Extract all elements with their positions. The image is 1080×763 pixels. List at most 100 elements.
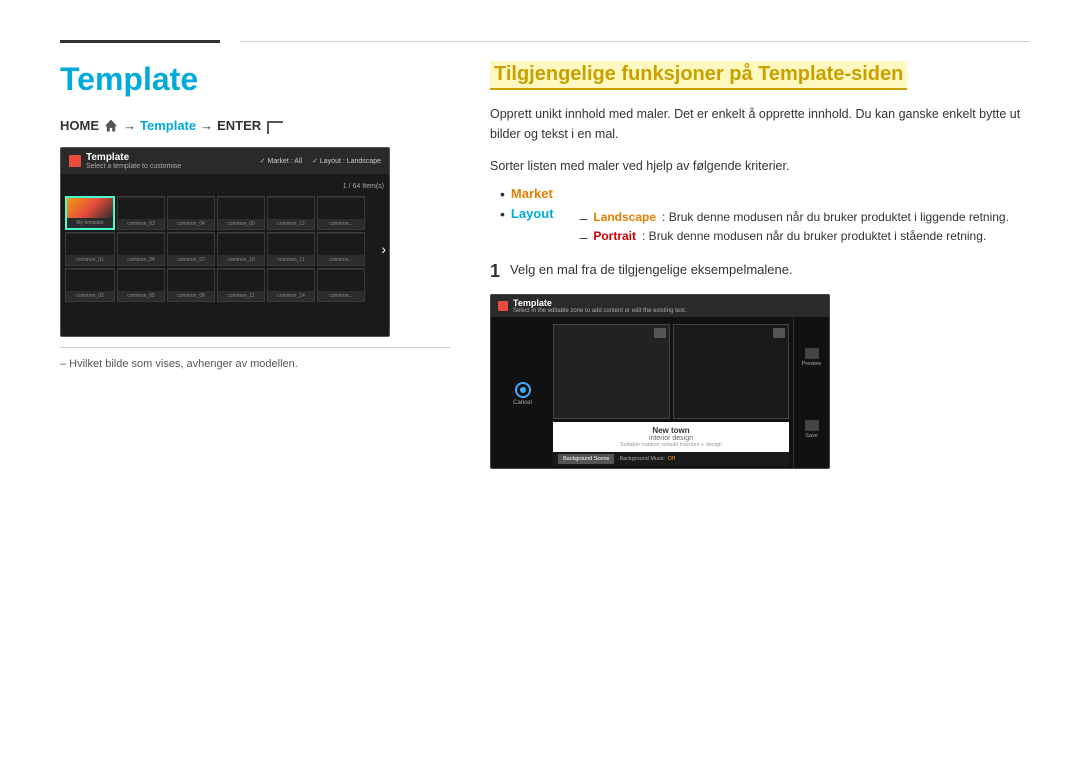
cancel-label: Cancel [513, 400, 532, 406]
portrait-label: Portrait [593, 229, 636, 243]
template-cell-3[interactable]: common_09 [217, 196, 265, 230]
cell-label: common_10 [227, 257, 255, 263]
grid-row-2: common_01 common_04 common_07 commo [65, 232, 385, 266]
landscape-text: : Bruk denne modusen når du bruker produ… [662, 210, 1009, 224]
cell-label: common_09 [227, 221, 255, 227]
template-cell-14[interactable]: common_08 [167, 268, 215, 302]
cell-thumb-empty [168, 198, 214, 219]
video-zone-1[interactable] [553, 324, 670, 419]
step-number: 1 [490, 262, 500, 280]
template-screen-title-group: Template Select a template to customise [86, 152, 181, 170]
editor-bottom-bar: Background Scene Background Music Off [553, 452, 789, 466]
template-cell-7[interactable]: common_04 [117, 232, 165, 266]
template-logo [69, 155, 81, 167]
editor-sidebar: Preview Save [793, 317, 829, 469]
zone-icon-1 [654, 328, 666, 338]
preview-button[interactable]: Preview [802, 348, 822, 367]
editor-header: Template Select in the editable zone to … [491, 295, 829, 317]
screen-note-text: – Hvilket bilde som vises, avhenger av m… [60, 358, 298, 370]
text-zone-main: New town [561, 426, 781, 435]
editor-main: Cancel [491, 317, 793, 469]
cell-label: My template [76, 220, 103, 226]
item-count: 1 / 64 Item(s) [61, 174, 389, 194]
cell-label: common_01 [76, 257, 104, 263]
cancel-button[interactable]: Cancel [513, 382, 532, 406]
video-zone-2[interactable] [673, 324, 790, 419]
right-column: Tilgjengelige funksjoner på Template-sid… [490, 61, 1030, 723]
home-icon [105, 120, 117, 132]
template-screen: Template Select a template to customise … [60, 147, 390, 337]
cell-label: common_04 [177, 221, 205, 227]
template-cell-9[interactable]: common_10 [217, 232, 265, 266]
cell-label: common_12 [277, 221, 305, 227]
bullet-market-label: Market [511, 186, 553, 201]
template-screen-header: Template Select a template to customise … [61, 148, 389, 174]
cell-label: common_04 [127, 257, 155, 263]
template-cell-11[interactable]: common... [317, 232, 365, 266]
template-cell-5[interactable]: common... [317, 196, 365, 230]
layout-dropdown[interactable]: ✓ Layout : Landscape [312, 157, 381, 165]
grid-row-1: My template common_03 common_04 com [65, 196, 385, 230]
cell-thumb-empty [218, 198, 264, 219]
template-cell-1[interactable]: common_03 [117, 196, 165, 230]
cell-label: common... [329, 293, 352, 299]
cell-thumb-empty [318, 198, 364, 219]
editor-body: Cancel [491, 317, 829, 469]
template-cell-6[interactable]: common_01 [65, 232, 115, 266]
save-button[interactable]: Save [805, 420, 819, 439]
video-zones [553, 321, 789, 422]
breadcrumb-link: Template [140, 118, 196, 133]
cell-label: common_07 [177, 257, 205, 263]
editor-title: Template [513, 298, 686, 308]
cell-thumb-empty [268, 198, 314, 219]
template-cell-4[interactable]: common_12 [267, 196, 315, 230]
bg-music-control: Background Music Off [619, 456, 675, 462]
bg-music-value[interactable]: Off [668, 456, 675, 462]
template-screen-title-area: Template Select a template to customise [69, 152, 181, 170]
template-cell-10[interactable]: common_11 [267, 232, 315, 266]
cell-label: common... [329, 221, 352, 227]
page-title: Template [60, 61, 450, 98]
portrait-text: : Bruk denne modusen når du bruker produ… [642, 229, 986, 243]
cell-label: common_14 [277, 293, 305, 299]
template-cell-8[interactable]: common_07 [167, 232, 215, 266]
template-screen-controls: ✓ Market : All ✓ Layout : Landscape [260, 157, 381, 165]
bg-music-label: Background Music [619, 456, 664, 462]
sort-description: Sorter listen med maler ved hjelp av føl… [490, 156, 1030, 176]
bullet-layout-label: Layout [511, 206, 554, 221]
screen-note: – Hvilket bilde som vises, avhenger av m… [60, 347, 450, 372]
cancel-inner [520, 387, 526, 393]
editor-left-zone: Cancel [495, 321, 550, 466]
breadcrumb-enter: ENTER [217, 118, 261, 133]
template-cell-13[interactable]: common_05 [117, 268, 165, 302]
bullet-layout: Layout Landscape : Bruk denne modusen nå… [500, 206, 1030, 248]
breadcrumb-home: HOME [60, 118, 99, 133]
template-cell-my[interactable]: My template [65, 196, 115, 230]
enter-icon [267, 121, 283, 134]
template-cell-16[interactable]: common_14 [267, 268, 315, 302]
breadcrumb-arrow1: → [123, 118, 136, 133]
template-cell-15[interactable]: common_11 [217, 268, 265, 302]
template-cell-17[interactable]: common... [317, 268, 365, 302]
next-arrow-icon[interactable]: › [381, 241, 386, 257]
bullet-market: Market [500, 186, 1030, 202]
description: Opprett unikt innhold med maler. Det er … [490, 104, 1030, 144]
section-title: Tilgjengelige funksjoner på Template-sid… [490, 61, 907, 90]
cell-label: common... [329, 257, 352, 263]
template-screen-subtitle: Select a template to customise [86, 163, 181, 170]
zone-icon-2 [773, 328, 785, 338]
template-cell-2[interactable]: common_04 [167, 196, 215, 230]
rule-left [60, 40, 220, 43]
text-zone[interactable]: New town interior design Suitable outdoo… [553, 422, 789, 452]
editor-subtitle: Select in the editable zone to add conte… [513, 308, 686, 314]
cell-label: common_11 [227, 293, 254, 299]
template-grid: My template common_03 common_04 com [61, 194, 389, 304]
grid-row-3: common_02 common_05 common_08 commo [65, 268, 385, 302]
breadcrumb: HOME → Template → ENTER [60, 118, 450, 133]
cell-label: common_05 [127, 293, 155, 299]
bullet-list: Market Layout Landscape : Bruk denne mod… [490, 186, 1030, 248]
template-cell-12[interactable]: common_02 [65, 268, 115, 302]
main-content: Template HOME → Template → ENTER Tem [60, 61, 1030, 723]
bg-scene-button[interactable]: Background Scene [558, 454, 614, 464]
market-dropdown[interactable]: ✓ Market : All [260, 157, 302, 165]
